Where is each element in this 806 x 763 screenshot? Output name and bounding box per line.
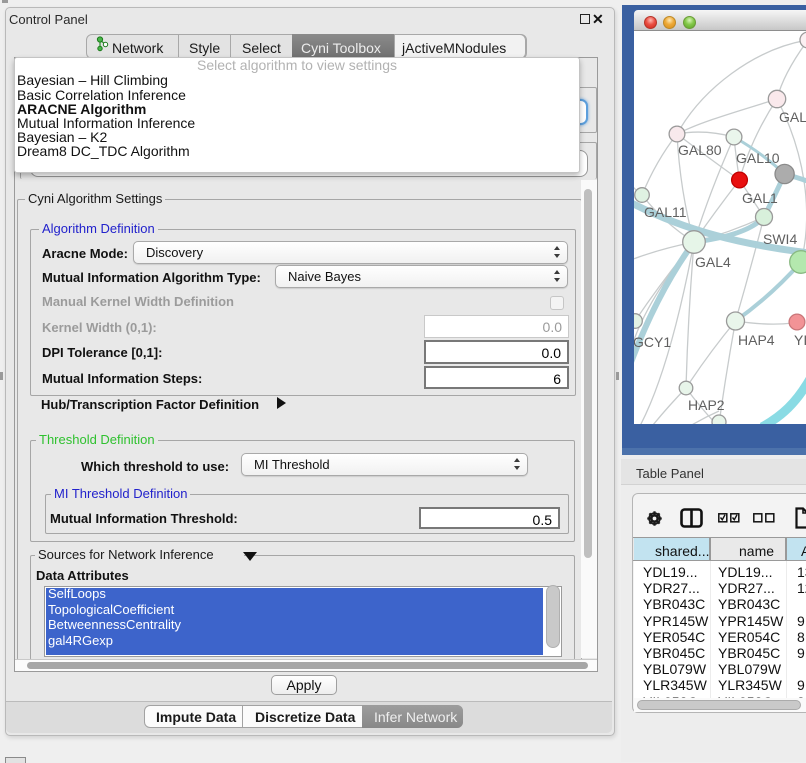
svg-text:SWI4: SWI4 <box>763 231 797 247</box>
svg-text:GAL4: GAL4 <box>695 254 731 270</box>
svg-text:HAP4: HAP4 <box>738 332 775 348</box>
svg-text:HAP2: HAP2 <box>688 397 725 413</box>
svg-text:GAL10: GAL10 <box>736 150 780 166</box>
svg-text:YIL0: YIL0 <box>794 332 806 348</box>
svg-text:GAL2: GAL2 <box>779 109 806 125</box>
svg-text:GAL11: GAL11 <box>644 204 687 220</box>
svg-text:GAL1: GAL1 <box>742 190 778 206</box>
svg-text:GCY1: GCY1 <box>634 334 671 350</box>
svg-text:GAL80: GAL80 <box>678 142 722 158</box>
